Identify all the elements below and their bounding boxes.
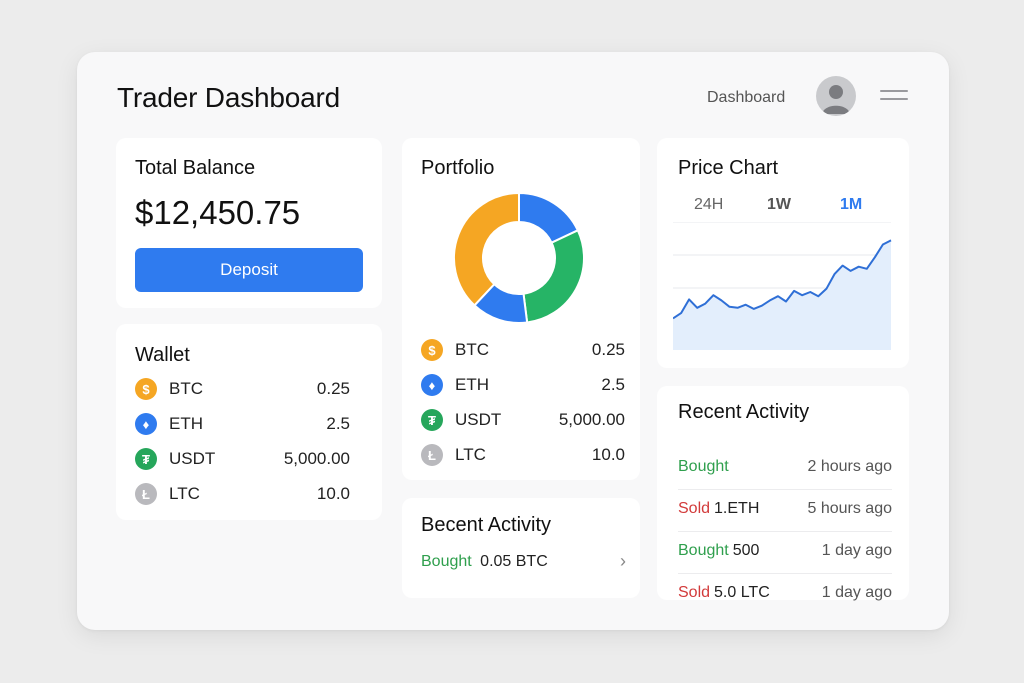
bitcoin-icon: $	[421, 339, 443, 361]
donut-segment-usdt	[522, 228, 585, 324]
range-tab-1w[interactable]: 1W	[767, 196, 791, 214]
asset-symbol: BTC	[169, 379, 203, 398]
activity-row[interactable]: Sold 5.0 LTC 1 day ago	[678, 574, 892, 616]
litecoin-icon: Ł	[135, 483, 157, 505]
price-area	[673, 240, 891, 350]
asset-amount: 0.25	[591, 340, 625, 359]
asset-symbol: ETH	[169, 414, 203, 433]
asset-amount: 2.5	[601, 375, 625, 394]
bitcoin-icon: $	[135, 378, 157, 400]
activity-detail: 1.ETH	[714, 500, 760, 517]
activity-label: Bought	[678, 458, 729, 476]
asset-row-usdt[interactable]: ₮ USDT 5,000.00	[421, 408, 625, 432]
ethereum-icon: ♦	[421, 374, 443, 396]
asset-symbol: ETH	[455, 375, 489, 394]
asset-symbol: USDT	[455, 410, 502, 429]
asset-symbol: LTC	[455, 445, 486, 464]
asset-row-eth[interactable]: ♦ ETH 2.5	[421, 373, 625, 397]
recent-activity-small-card: Becent Activity Bought 0.05 BTC ›	[402, 498, 640, 598]
activity-time: 2 hours ago	[807, 458, 892, 475]
recent-activity-small-title: Becent Activity	[421, 514, 552, 536]
recent-activity-card: Recent Activity Bought 2 hours ago Sold 1.E…	[657, 386, 909, 601]
portfolio-card: Portfolio $ BTC 0.25 ♦ ETH 2.5 ₮ USDT 5,000.00 Ł L…	[402, 138, 640, 480]
activity-row[interactable]: Sold 1.ETH 5 hours ago	[678, 490, 892, 532]
range-tab-1m[interactable]: 1M	[840, 196, 862, 214]
asset-amount: 0.25	[316, 379, 350, 398]
activity-time: 1 day ago	[821, 584, 892, 601]
activity-label: Sold 1.ETH	[678, 500, 759, 518]
user-icon	[822, 85, 850, 114]
asset-amount: 10.0	[316, 484, 350, 503]
asset-row-btc[interactable]: $ BTC 0.25	[421, 338, 625, 362]
tether-icon: ₮	[421, 409, 443, 431]
asset-row-ltc[interactable]: Ł LTC 10.0	[135, 482, 367, 506]
activity-row[interactable]: Bought 500 1 day ago	[678, 532, 892, 574]
portfolio-title: Portfolio	[421, 157, 495, 179]
asset-amount: 2.5	[326, 414, 350, 433]
price-chart-title: Price Chart	[678, 157, 779, 179]
donut-segment-btc	[453, 191, 520, 307]
asset-symbol: LTC	[169, 484, 200, 503]
wallet-title: Wallet	[135, 344, 190, 366]
hamburger-menu-icon[interactable]	[880, 90, 908, 102]
activity-row[interactable]: Bought 2 hours ago	[678, 448, 892, 490]
activity-time: 5 hours ago	[807, 500, 892, 517]
wallet-card: Wallet $ BTC 0.25 ♦ ETH 2.5 ₮ USDT 5,000.00 Ł LTC 1…	[116, 324, 382, 520]
asset-amount: 5,000.00	[283, 449, 350, 468]
deposit-button[interactable]: Deposit	[135, 248, 363, 292]
portfolio-donut-chart	[453, 191, 585, 324]
price-line-chart	[673, 222, 892, 350]
asset-symbol: USDT	[169, 449, 216, 468]
asset-symbol: BTC	[455, 340, 489, 359]
page-title: Trader Dashboard	[117, 82, 340, 113]
activity-detail: 500	[732, 542, 760, 559]
activity-detail: 5.0 LTC	[714, 584, 770, 601]
range-tabs: 24H 1W 1M	[657, 196, 909, 220]
wallet-asset-list: $ BTC 0.25 ♦ ETH 2.5 ₮ USDT 5,000.00 Ł LTC 10.0	[135, 377, 367, 507]
activity-detail: 0.05 BTC	[480, 553, 548, 570]
activity-action: Bought	[678, 542, 729, 559]
dashboard-window: Trader Dashboard Dashboard Total Balance…	[77, 52, 949, 630]
nav-link-dashboard[interactable]: Dashboard	[707, 89, 785, 107]
activity-label: Bought 500	[678, 542, 759, 560]
asset-row-eth[interactable]: ♦ ETH 2.5	[135, 412, 367, 436]
asset-row-btc[interactable]: $ BTC 0.25	[135, 377, 367, 401]
recent-activity-title: Recent Activity	[678, 401, 810, 423]
tether-icon: ₮	[135, 448, 157, 470]
activity-time: 1 day ago	[821, 542, 892, 559]
total-balance-amount: $12,450.75	[135, 194, 301, 231]
activity-row[interactable]: Bought 0.05 BTC ›	[421, 551, 626, 575]
ethereum-icon: ♦	[135, 413, 157, 435]
asset-row-usdt[interactable]: ₮ USDT 5,000.00	[135, 447, 367, 471]
portfolio-asset-list: $ BTC 0.25 ♦ ETH 2.5 ₮ USDT 5,000.00 Ł LTC 10.0	[421, 338, 625, 468]
activity-action: Bought	[421, 553, 472, 570]
price-chart-card: Price Chart 24H 1W 1M	[657, 138, 909, 368]
total-balance-title: Total Balance	[135, 157, 256, 179]
total-balance-card: Total Balance $12,450.75 Deposit	[116, 138, 382, 308]
activity-label: Sold 5.0 LTC	[678, 584, 770, 602]
litecoin-icon: Ł	[421, 444, 443, 466]
asset-amount: 5,000.00	[558, 410, 625, 429]
range-tab-24h[interactable]: 24H	[694, 196, 723, 214]
activity-action: Sold	[678, 584, 711, 601]
avatar[interactable]	[816, 76, 856, 116]
asset-row-ltc[interactable]: Ł LTC 10.0	[421, 443, 625, 467]
activity-action: Bought	[678, 458, 729, 475]
activity-action: Sold	[678, 500, 711, 517]
asset-amount: 10.0	[591, 445, 625, 464]
chevron-right-icon: ›	[620, 551, 626, 571]
